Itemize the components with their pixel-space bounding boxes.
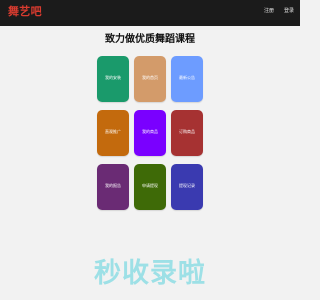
top-nav-bar: 舞艺吧 注册 登录 bbox=[0, 0, 300, 26]
menu-card-my-products[interactable]: 我的商品 bbox=[134, 110, 166, 156]
menu-card-label: 最新公告 bbox=[179, 75, 195, 80]
menu-card-label: 直观推广 bbox=[105, 129, 121, 134]
menu-card-order-products[interactable]: 订购商品 bbox=[171, 110, 203, 156]
page-title: 致力做优质舞蹈课程 bbox=[105, 34, 195, 45]
login-link[interactable]: 登录 bbox=[284, 8, 294, 15]
menu-card-label: 我的报告 bbox=[105, 183, 121, 188]
site-logo[interactable]: 舞艺吧 bbox=[8, 6, 42, 18]
menu-card-label: 我的安装 bbox=[105, 75, 121, 80]
menu-card-label: 订购商品 bbox=[179, 129, 195, 134]
menu-card-my-home[interactable]: 我的首页 bbox=[134, 56, 166, 102]
menu-card-withdraw-history[interactable]: 提现记录 bbox=[171, 164, 203, 210]
menu-card-label: 我的商品 bbox=[142, 129, 158, 134]
menu-card-label: 提现记录 bbox=[179, 183, 195, 188]
menu-card-latest-notice[interactable]: 最新公告 bbox=[171, 56, 203, 102]
footer-banner: 秒收录啦 bbox=[94, 258, 206, 289]
register-link[interactable]: 注册 bbox=[264, 8, 274, 15]
menu-card-withdraw-request[interactable]: 申请提现 bbox=[134, 164, 166, 210]
top-links: 注册 登录 bbox=[264, 8, 294, 15]
menu-card-my-install[interactable]: 我的安装 bbox=[97, 56, 129, 102]
menu-card-grid: 我的安装 我的首页 最新公告 直观推广 我的商品 订购商品 我的报告 申请提现 … bbox=[97, 56, 203, 210]
menu-card-label: 申请提现 bbox=[142, 183, 158, 188]
menu-card-label: 我的首页 bbox=[142, 75, 158, 80]
menu-card-promotion[interactable]: 直观推广 bbox=[97, 110, 129, 156]
menu-card-my-report[interactable]: 我的报告 bbox=[97, 164, 129, 210]
